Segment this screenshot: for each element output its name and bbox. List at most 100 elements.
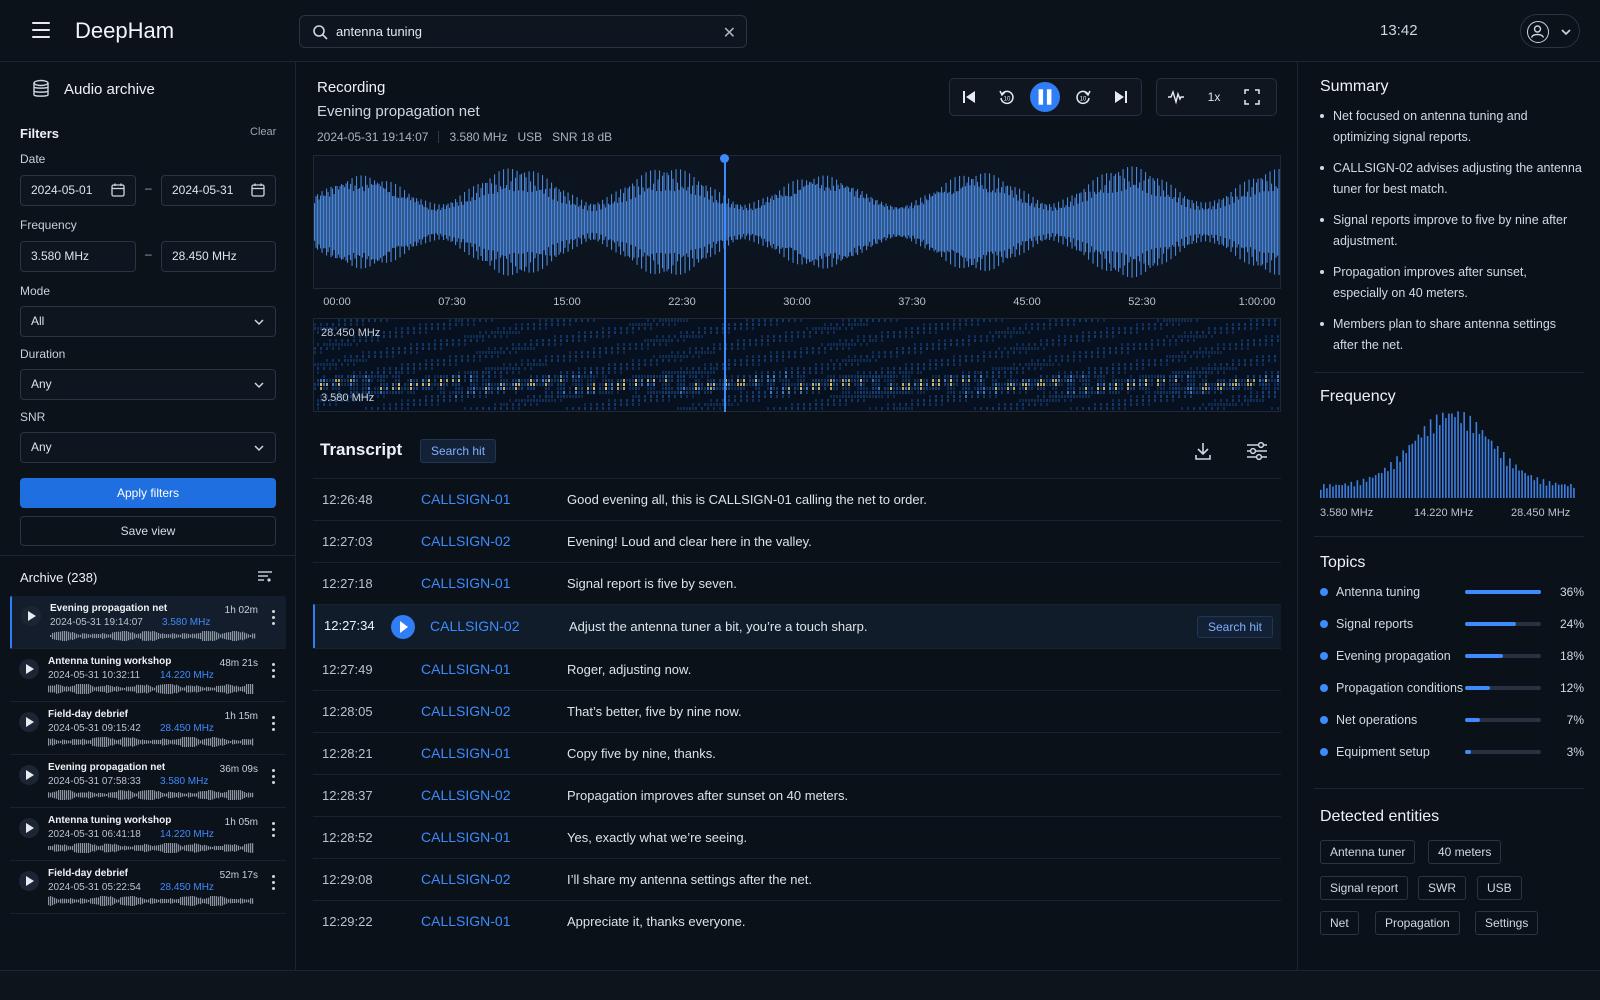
- more-icon[interactable]: [272, 822, 276, 838]
- transcript-row[interactable]: 12:29:22 CALLSIGN-01 Appreciate it, thanks…: [313, 900, 1281, 942]
- play-icon[interactable]: [391, 615, 415, 639]
- frequency-to-field[interactable]: 28.450 MHz: [161, 241, 276, 272]
- skip-back-icon[interactable]: [950, 79, 988, 115]
- more-icon[interactable]: [272, 663, 276, 679]
- fullscreen-icon[interactable]: [1233, 79, 1271, 115]
- sliders-icon[interactable]: [1246, 441, 1268, 461]
- transcript-row[interactable]: 12:27:34 CALLSIGN-02 Adjust the antenna tu…: [313, 604, 1281, 648]
- duration-select[interactable]: Any: [20, 369, 276, 400]
- date-from-field[interactable]: 2024-05-01: [20, 175, 136, 206]
- more-icon[interactable]: [272, 769, 276, 785]
- play-icon[interactable]: [19, 712, 39, 732]
- topic-item[interactable]: Antenna tuning 36%: [1320, 584, 1584, 602]
- date-to-field[interactable]: 2024-05-31: [161, 175, 276, 206]
- topic-item[interactable]: Signal reports 24%: [1320, 616, 1584, 634]
- transcript-speaker[interactable]: CALLSIGN-01: [421, 829, 510, 845]
- skip-forward-icon[interactable]: [1102, 79, 1140, 115]
- recording-mode: USB: [517, 130, 543, 144]
- play-icon[interactable]: [21, 606, 41, 626]
- user-menu[interactable]: [1520, 14, 1580, 48]
- pause-button[interactable]: [1026, 79, 1064, 115]
- more-icon[interactable]: [272, 875, 276, 891]
- entity-chip[interactable]: SWR: [1418, 876, 1466, 900]
- apply-filters-button[interactable]: Apply filters: [20, 478, 276, 508]
- transcript-row[interactable]: 12:27:03 CALLSIGN-02 Evening! Loud and cle…: [313, 520, 1281, 562]
- transcript-row[interactable]: 12:28:21 CALLSIGN-01 Copy five by nine, th…: [313, 732, 1281, 774]
- transcript-time: 12:27:34: [324, 618, 375, 633]
- topic-item[interactable]: Evening propagation 18%: [1320, 648, 1584, 666]
- play-icon[interactable]: [19, 871, 39, 891]
- entity-chip[interactable]: Antenna tuner: [1320, 840, 1416, 864]
- mode-select[interactable]: All: [20, 306, 276, 337]
- transcript-time: 12:26:48: [322, 492, 373, 507]
- search-hit-badge[interactable]: Search hit: [1196, 616, 1273, 638]
- search-input[interactable]: [336, 16, 706, 47]
- topic-item[interactable]: Equipment setup 3%: [1320, 744, 1584, 762]
- transcript-speaker[interactable]: CALLSIGN-01: [421, 575, 510, 591]
- entity-chip[interactable]: Settings: [1475, 911, 1539, 935]
- forward-10-icon[interactable]: 10: [1064, 79, 1102, 115]
- waveform[interactable]: [313, 155, 1281, 289]
- archive-item[interactable]: Evening propagation net 36m 09s 2024-05-31…: [10, 755, 286, 808]
- transcript-row[interactable]: 12:27:49 CALLSIGN-01 Roger, adjusting now.: [313, 648, 1281, 690]
- archive-item[interactable]: Field-day debrief 52m 17s 2024-05-31 05:22…: [10, 861, 286, 914]
- archive-item[interactable]: Field-day debrief 1h 15m 2024-05-31 09:15:…: [10, 702, 286, 755]
- play-icon[interactable]: [19, 765, 39, 785]
- entity-chip[interactable]: Propagation: [1375, 911, 1460, 935]
- entity-chip[interactable]: USB: [1477, 876, 1522, 900]
- transcript-speaker[interactable]: CALLSIGN-01: [421, 913, 510, 929]
- topic-item[interactable]: Net operations 7%: [1320, 712, 1584, 730]
- play-icon[interactable]: [19, 818, 39, 838]
- entity-chip[interactable]: 40 meters: [1428, 840, 1502, 864]
- rewind-10-icon[interactable]: 10: [988, 79, 1026, 115]
- playback-speed[interactable]: 1x: [1195, 79, 1233, 115]
- transcript-row[interactable]: 12:29:08 CALLSIGN-02 I’ll share my antenna…: [313, 858, 1281, 900]
- transcript-row[interactable]: 12:28:05 CALLSIGN-02 That’s better, five b…: [313, 690, 1281, 732]
- transcript-speaker[interactable]: CALLSIGN-02: [421, 533, 510, 549]
- transcript-speaker[interactable]: CALLSIGN-02: [430, 618, 519, 634]
- archive-item-title: Antenna tuning workshop: [48, 815, 172, 826]
- menu-icon[interactable]: [32, 22, 50, 38]
- more-icon[interactable]: [272, 716, 276, 732]
- transcript-speaker[interactable]: CALLSIGN-02: [421, 787, 510, 803]
- playhead[interactable]: [723, 158, 726, 412]
- search-hit-badge[interactable]: Search hit: [420, 439, 497, 463]
- transcript-row[interactable]: 12:27:18 CALLSIGN-01 Signal report is five…: [313, 562, 1281, 604]
- play-icon[interactable]: [19, 659, 39, 679]
- transcript-speaker[interactable]: CALLSIGN-01: [421, 661, 510, 677]
- entity-chip[interactable]: Signal report: [1320, 876, 1409, 900]
- transcript-row[interactable]: 12:28:37 CALLSIGN-02 Propagation improves …: [313, 774, 1281, 816]
- archive-item-title: Field-day debrief: [48, 868, 129, 879]
- transcript-speaker[interactable]: CALLSIGN-02: [421, 871, 510, 887]
- waveform-icon[interactable]: [1157, 79, 1195, 115]
- close-icon[interactable]: ✕: [723, 23, 736, 43]
- transcript-speaker[interactable]: CALLSIGN-01: [421, 491, 510, 507]
- archive-item[interactable]: Evening propagation net 1h 02m 2024-05-31 …: [10, 596, 286, 649]
- frequency-from-field[interactable]: 3.580 MHz: [20, 241, 136, 272]
- snr-select[interactable]: Any: [20, 432, 276, 463]
- transcript-text: Good evening all, this is CALLSIGN-01 ca…: [567, 492, 927, 507]
- frequency-histogram: [1320, 411, 1575, 498]
- save-view-button[interactable]: Save view: [20, 516, 276, 546]
- summary-bullet: CALLSIGN-02 advises adjusting the antenn…: [1320, 158, 1582, 200]
- transcript-row[interactable]: 12:28:52 CALLSIGN-01 Yes, exactly what we’…: [313, 816, 1281, 858]
- transcript-speaker[interactable]: CALLSIGN-01: [421, 745, 510, 761]
- transcript-row[interactable]: 12:26:48 CALLSIGN-01 Good evening all, thi…: [313, 478, 1281, 520]
- archive-item[interactable]: Antenna tuning workshop 1h 05m 2024-05-31 …: [10, 808, 286, 861]
- spectrogram[interactable]: [313, 318, 1281, 412]
- topic-bar: [1465, 654, 1541, 658]
- topic-bar-fill: [1465, 622, 1516, 626]
- divider: [438, 131, 440, 143]
- topic-name: Equipment setup: [1336, 745, 1430, 759]
- archive-item[interactable]: Antenna tuning workshop 48m 21s 2024-05-31…: [10, 649, 286, 702]
- sort-icon[interactable]: [257, 569, 273, 583]
- entity-chip[interactable]: Net: [1320, 911, 1359, 935]
- search-bar[interactable]: ✕: [299, 15, 747, 48]
- more-icon[interactable]: [272, 610, 276, 626]
- clear-filters-button[interactable]: Clear: [250, 126, 276, 138]
- date-range-dash: –: [145, 181, 152, 195]
- topic-item[interactable]: Propagation conditions 12%: [1320, 680, 1584, 698]
- user-icon: [1527, 21, 1549, 43]
- transcript-speaker[interactable]: CALLSIGN-02: [421, 703, 510, 719]
- download-icon[interactable]: [1193, 441, 1213, 461]
